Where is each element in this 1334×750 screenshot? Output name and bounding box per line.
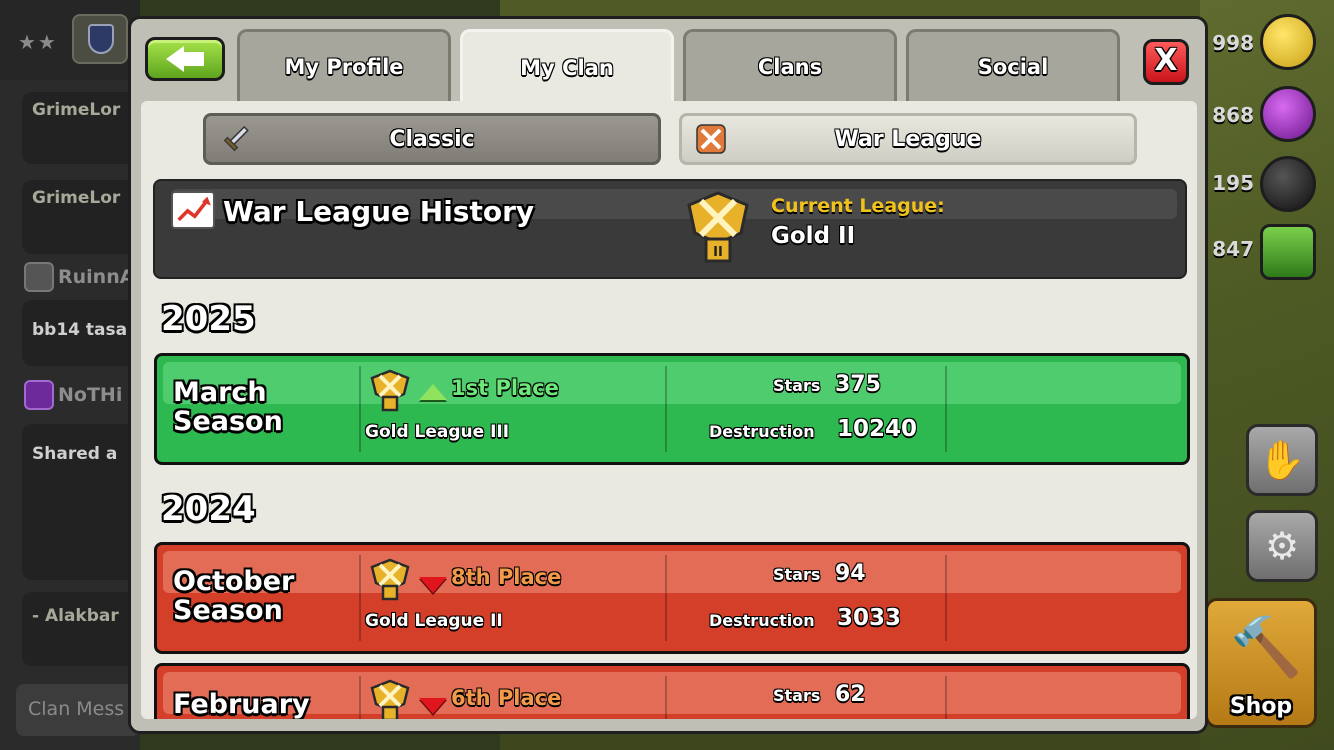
chat-header: ★★ [0,0,140,80]
league-badge-icon [370,679,410,719]
elixir-drop-icon [1260,86,1316,142]
elixir-resource: 868 [1200,86,1334,142]
current-league-value: Gold II [771,223,856,249]
year-heading: 2024 [161,489,256,529]
window-content: Classic War League War League History II… [141,101,1197,719]
gold-resource: 998 [1200,14,1334,70]
destruction-label: Destruction [709,611,815,630]
season-row[interactable]: March Season 1st Place Gold League III S… [154,353,1190,465]
village-edit-button[interactable]: ✋ [1246,424,1318,496]
season-name: February [173,689,310,719]
gear-icon: ⚙ [1264,524,1300,568]
gems-resource: 847 [1200,224,1334,280]
season-league: Gold League III [365,422,510,442]
season-row[interactable]: October Season 8th Place Gold League II … [154,542,1190,654]
destruction-label: Destruction [709,422,815,441]
season-row[interactable]: February 6th Place Stars 62 [154,663,1190,719]
dark-elixir-drop-icon [1260,156,1316,212]
destruction-value: 3033 [837,605,902,631]
move-hand-icon: ✋ [1258,437,1306,482]
shop-button[interactable]: 🔨 Shop [1205,598,1317,728]
promotion-arrow-icon [419,384,447,400]
stars-label: Stars [773,565,821,584]
stars-value: 94 [835,561,866,586]
chat-user: NoTHi [24,380,122,410]
chat-message: GrimeLor [22,180,140,254]
stars-value: 62 [835,682,866,707]
gold-league-badge-icon: II [687,191,749,263]
tab-social[interactable]: Social [906,29,1120,101]
chat-message: bb14 tasa [22,300,140,366]
helmet-icon [24,262,54,292]
clan-chat-panel: ★★ GrimeLor GrimeLor RuinnA bb14 tasa No… [0,0,140,750]
clan-message-input[interactable]: Clan Mess [16,684,140,736]
current-league-label: Current League: [771,195,945,217]
chat-message: GrimeLor [22,92,140,164]
clan-emblem-icon [24,380,54,410]
destruction-value: 10240 [837,416,918,442]
stars-value: 375 [835,372,881,397]
war-league-history-header: War League History II Current League: Go… [153,179,1187,279]
settings-button[interactable]: ⚙ [1246,510,1318,582]
page-title: War League History [223,195,535,228]
year-heading: 2025 [161,299,256,339]
stars-label: Stars [773,686,821,705]
hammer-icon: 🔨 [1230,613,1303,681]
league-badge-icon [370,558,410,601]
season-place: 6th Place [451,686,562,710]
season-place: 1st Place [451,376,559,400]
season-league: Gold League II [365,611,503,631]
back-button[interactable] [145,37,225,81]
chat-message: Shared a [22,424,140,580]
stars-label: Stars [773,376,821,395]
league-badge-icon [370,369,410,412]
chat-user: RuinnA [24,262,134,292]
season-name: October Season [173,566,295,626]
clan-badge-button[interactable] [72,14,128,64]
chat-message: - Alakbar [22,592,140,666]
tab-my-clan[interactable]: My Clan [460,29,674,103]
sub-tab-classic[interactable]: Classic [203,113,661,165]
crossed-swords-icon [696,124,726,154]
profile-window: My Profile My Clan Clans Social X Classi… [128,16,1208,734]
tab-my-profile[interactable]: My Profile [237,29,451,101]
chart-trend-icon [171,191,215,229]
gold-coin-icon [1260,14,1316,70]
svg-text:II: II [713,245,723,260]
demotion-arrow-icon [419,698,447,714]
season-place: 8th Place [451,565,562,589]
sword-icon [223,125,249,152]
dark-elixir-resource: 195 [1200,156,1334,212]
demotion-arrow-icon [419,577,447,593]
close-icon: X [1154,43,1178,78]
gem-icon [1260,224,1316,280]
tab-clans[interactable]: Clans [683,29,897,101]
season-name: March Season [173,377,283,437]
clan-shield-icon [88,24,114,54]
clan-stars: ★★ [18,30,58,54]
sub-tab-war-league[interactable]: War League [679,113,1137,165]
close-button[interactable]: X [1143,39,1189,85]
